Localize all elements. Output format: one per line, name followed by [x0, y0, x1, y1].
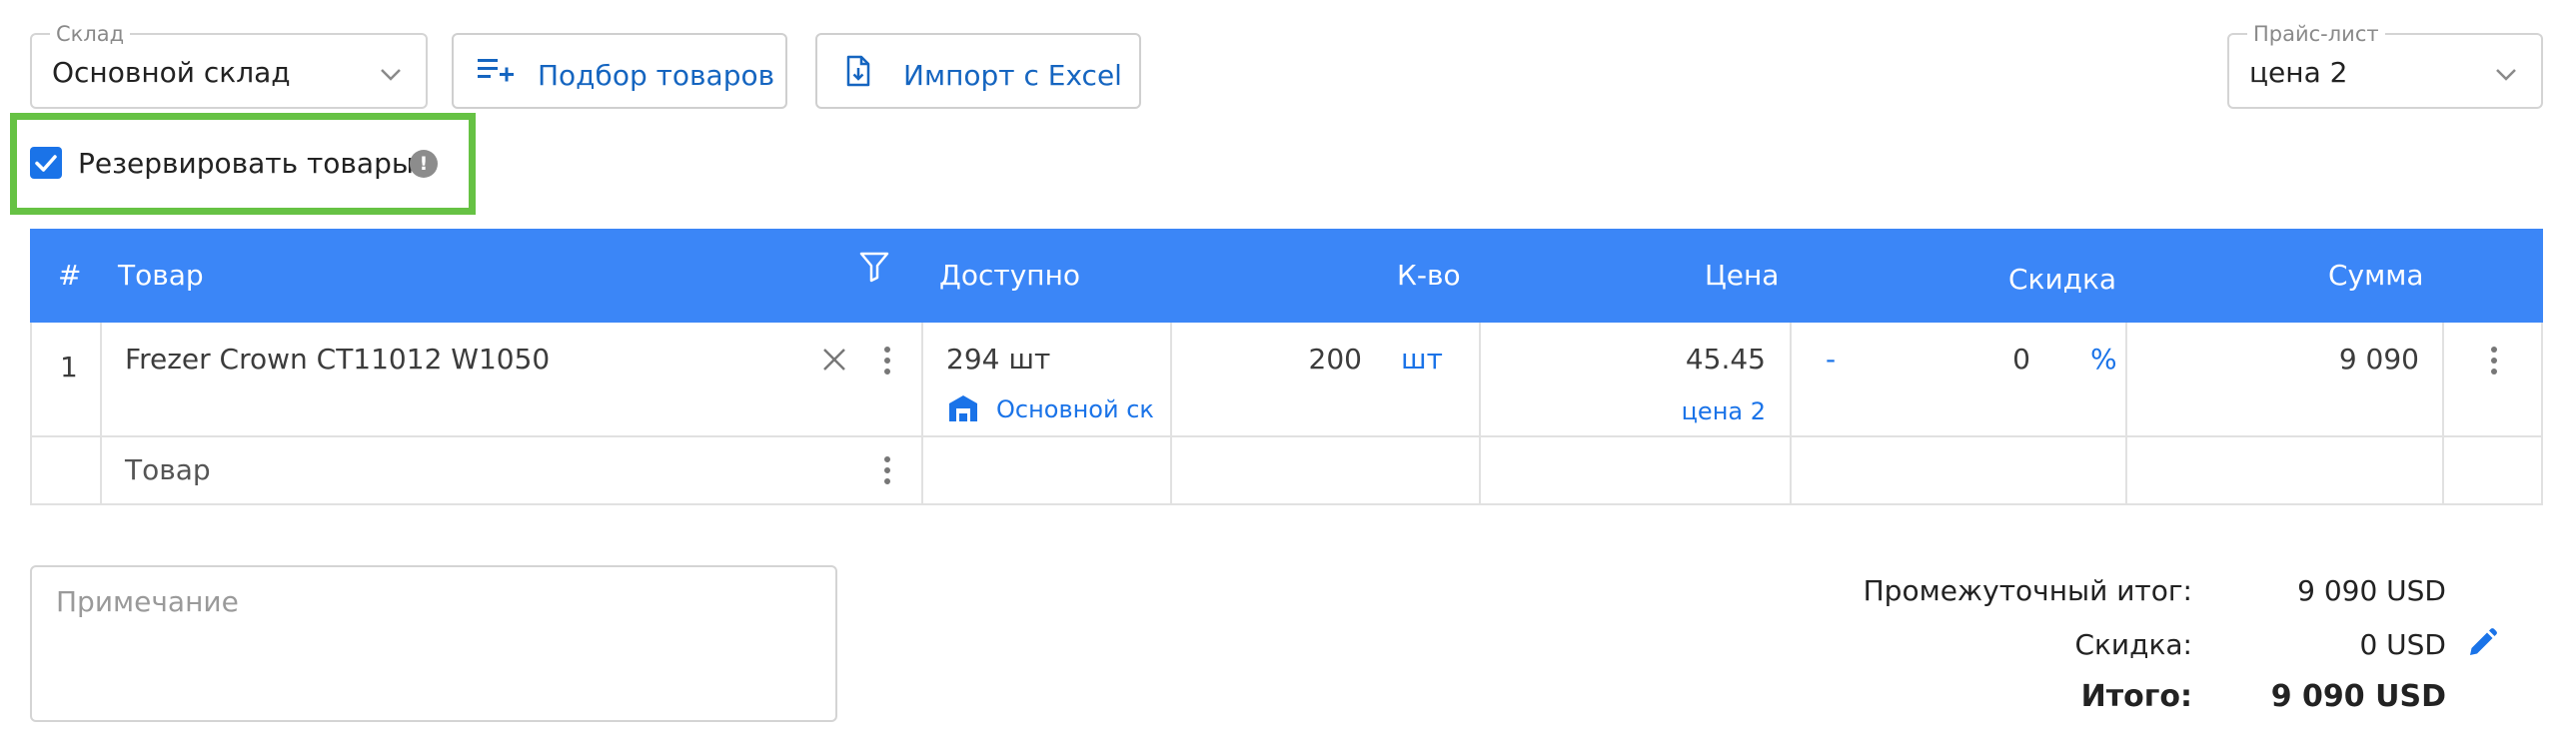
chevron-down-icon: [2496, 69, 2516, 81]
total-label: Итого:: [2080, 679, 2192, 714]
row-menu-icon[interactable]: [2491, 347, 2497, 379]
unit-select[interactable]: шт: [1401, 343, 1443, 376]
pricelist-select[interactable]: Прайс-лист цена 2: [2227, 22, 2543, 109]
check-icon: [35, 155, 57, 172]
import-excel-button[interactable]: Импорт с Excel: [815, 33, 1141, 109]
subtotal-value: 9 090 USD: [2297, 574, 2446, 607]
table-row-new[interactable]: Товар: [30, 437, 2543, 505]
reserve-checkbox[interactable]: [30, 147, 62, 179]
new-product-input[interactable]: Товар: [125, 453, 211, 487]
header-num: #: [58, 259, 82, 292]
pricelist-link[interactable]: цена 2: [1682, 394, 1766, 428]
column-divider: [2125, 323, 2127, 505]
reserve-label[interactable]: Резервировать товары: [78, 147, 414, 181]
warehouse-icon: [949, 395, 977, 421]
column-divider: [1790, 323, 1792, 505]
discount-unit[interactable]: %: [2090, 343, 2117, 376]
row-menu-icon[interactable]: [884, 456, 890, 489]
note-textarea[interactable]: Примечание: [30, 565, 837, 722]
note-placeholder: Примечание: [56, 585, 239, 618]
pricelist-value: цена 2: [2249, 56, 2348, 89]
discount-value[interactable]: 0: [2012, 343, 2030, 376]
product-name[interactable]: Frezer Crown CT11012 W1050: [125, 343, 550, 376]
clear-icon[interactable]: [821, 347, 847, 373]
discount-total-value: 0 USD: [2359, 628, 2446, 661]
row-number: 1: [60, 351, 78, 383]
warehouse-value: Основной склад: [52, 56, 291, 89]
warehouse-link[interactable]: Основной ск: [996, 392, 1154, 426]
qty-value[interactable]: 200: [1309, 343, 1362, 376]
warehouse-select[interactable]: Склад Основной склад: [30, 22, 428, 109]
header-sum: Сумма: [2328, 259, 2424, 292]
header-available: Доступно: [939, 259, 1081, 292]
header-discount: Скидка: [2008, 263, 2117, 296]
row-menu-icon[interactable]: [884, 347, 890, 379]
pricelist-legend: Прайс-лист: [2247, 22, 2385, 46]
chevron-down-icon: [381, 69, 401, 81]
available-qty: 294 шт: [946, 343, 1051, 375]
column-divider: [2442, 323, 2444, 505]
file-import-icon: [846, 55, 870, 87]
row-sum: 9 090: [2338, 343, 2419, 375]
total-value: 9 090 USD: [2270, 679, 2446, 714]
edit-icon[interactable]: [2466, 627, 2498, 659]
pick-items-button[interactable]: Подбор товаров: [452, 33, 787, 109]
import-excel-label: Импорт с Excel: [903, 59, 1122, 92]
filter-icon[interactable]: [859, 251, 889, 283]
price-value[interactable]: 45.45: [1686, 343, 1766, 376]
header-qty: К-во: [1397, 259, 1461, 292]
pick-items-label: Подбор товаров: [538, 59, 775, 92]
column-divider: [1479, 323, 1481, 505]
table-row[interactable]: 1 Frezer Crown CT11012 W1050 294 шт Осно…: [30, 323, 2543, 437]
header-price: Цена: [1705, 259, 1780, 292]
column-divider: [100, 323, 102, 505]
playlist-add-icon: [478, 59, 514, 82]
column-divider: [1170, 323, 1172, 505]
discount-sign[interactable]: -: [1826, 343, 1836, 376]
column-divider: [921, 323, 923, 505]
table-header: # Товар Доступно К-во Цена Скидка Сумма: [30, 229, 2543, 323]
warehouse-legend: Склад: [50, 22, 131, 46]
header-product[interactable]: Товар: [118, 259, 204, 293]
subtotal-label: Промежуточный итог:: [1863, 574, 2192, 607]
info-icon[interactable]: !: [410, 150, 438, 178]
discount-label: Скидка:: [2074, 628, 2192, 661]
